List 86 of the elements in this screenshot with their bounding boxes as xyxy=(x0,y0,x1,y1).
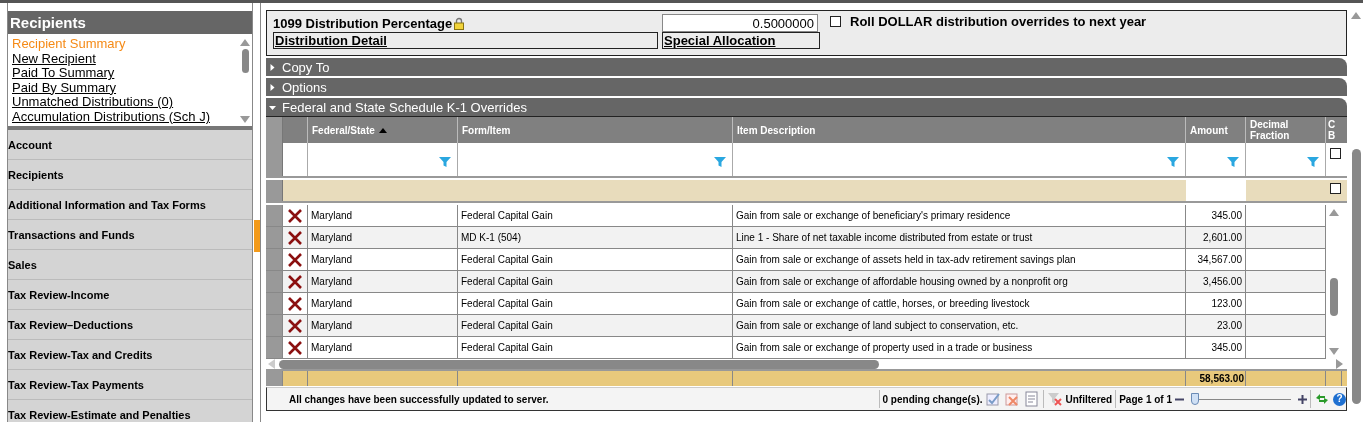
detail-link[interactable]: Special Allocation xyxy=(662,32,820,49)
percentage-field[interactable]: 0.5000000 xyxy=(662,14,818,32)
scroll-thumb[interactable] xyxy=(1351,149,1361,404)
nav-item[interactable]: Recipients xyxy=(8,160,252,190)
nav-item[interactable]: Tax Review-Estimate and Penalties xyxy=(8,400,252,422)
nav-item[interactable]: Tax Review-Tax Payments xyxy=(8,370,252,400)
document-icon[interactable] xyxy=(1023,391,1040,407)
row-header xyxy=(266,293,283,315)
scroll-down-icon[interactable] xyxy=(240,116,250,123)
table-row[interactable]: Maryland MD K-1 (504) Line 1 - Share of net taxable income distributed from estate or trust 2,601.00 xyxy=(266,227,1326,249)
delete-icon[interactable] xyxy=(288,208,302,223)
nav-item[interactable]: Transactions and Funds xyxy=(8,220,252,250)
recipient-link[interactable]: Accumulation Distributions (Sch J) xyxy=(12,109,210,124)
amount-field[interactable] xyxy=(1186,180,1246,201)
table-row[interactable]: Maryland Federal Capital Gain Gain from sale or exchange of land subject to conservation, etc. 23.00 xyxy=(266,315,1326,337)
collapse-caret-icon xyxy=(269,103,276,111)
table-cell: Federal Capital Gain xyxy=(458,337,733,359)
nav-item[interactable]: Tax Review-Tax and Credits xyxy=(8,340,252,370)
filter-icon[interactable] xyxy=(1227,156,1239,168)
scroll-down-icon[interactable] xyxy=(1328,348,1339,355)
row-header xyxy=(266,227,283,249)
slider-thumb[interactable] xyxy=(1191,392,1199,405)
checkbox[interactable] xyxy=(1330,183,1341,194)
checkbox-label: Roll DOLLAR distribution overrides to next year xyxy=(850,13,1147,29)
filter-icon[interactable] xyxy=(714,156,726,168)
table-cell: Gain from sale or exchange of property used in a trade or business xyxy=(733,337,1186,359)
row-header xyxy=(266,315,283,337)
table-cell: 345.00 xyxy=(1186,337,1246,359)
scroll-up-icon[interactable] xyxy=(1351,12,1361,19)
table-row[interactable]: Maryland Federal Capital Gain Gain from sale or exchange of property used in a trade or business 345.00 xyxy=(266,337,1326,359)
table-row[interactable]: Maryland Federal Capital Gain Gain from sale or exchange of assets held in tax-adv retirement savings plan 34,567.00 xyxy=(266,249,1326,271)
discard-changes-icon[interactable] xyxy=(1004,391,1021,407)
delete-icon[interactable] xyxy=(288,340,302,355)
percentage-label: 1099 Distribution Percentage xyxy=(273,15,453,31)
table-cell: Maryland xyxy=(308,337,458,359)
sort-ascending-icon xyxy=(378,127,387,133)
delete-icon[interactable] xyxy=(288,274,302,289)
page-indicator: Page 1 of 1 xyxy=(1119,393,1172,405)
table-row[interactable]: Maryland Federal Capital Gain Gain from sale or exchange of cattle, horses, or breeding livestock 123.00 xyxy=(266,293,1326,315)
nav-item[interactable]: Sales xyxy=(8,250,252,280)
expand-caret-icon xyxy=(269,83,276,91)
row-header xyxy=(266,249,283,271)
status-message: All changes have been successfully updated to server. xyxy=(289,393,550,405)
recipient-link[interactable]: New Recipient xyxy=(12,51,96,66)
table-row[interactable]: Maryland Federal Capital Gain Gain from sale or exchange of beneficiary's primary residence 345.00 xyxy=(266,205,1326,227)
delete-icon[interactable] xyxy=(288,296,302,311)
scroll-thumb[interactable] xyxy=(241,49,249,73)
help-button[interactable]: ? xyxy=(1333,392,1346,406)
section-header[interactable]: Options xyxy=(266,78,1347,96)
scroll-left-icon[interactable] xyxy=(268,359,275,369)
scroll-thumb[interactable] xyxy=(1329,278,1338,316)
nav-item[interactable]: Tax Review-Income xyxy=(8,280,252,310)
detail-link[interactable]: Distribution Detail xyxy=(273,32,658,49)
scroll-thumb[interactable] xyxy=(279,359,879,369)
recipient-link[interactable]: Unmatched Distributions (0) xyxy=(12,95,174,110)
filter-icon[interactable] xyxy=(439,156,451,168)
table-row[interactable]: Maryland Federal Capital Gain Gain from sale or exchange of affordable housing owned by a nonprofit org 3,456.00 xyxy=(266,271,1326,293)
nav-item[interactable]: Account xyxy=(8,130,252,160)
clear-filter-icon[interactable] xyxy=(1046,391,1063,407)
nav-item[interactable]: Additional Information and Tax Forms xyxy=(8,190,252,220)
pending-changes: 0 pending change(s). xyxy=(882,393,983,405)
checkbox[interactable] xyxy=(1330,148,1341,159)
filter-status: Unfiltered xyxy=(1065,393,1113,405)
section-header[interactable]: Copy To xyxy=(266,58,1347,76)
row-header xyxy=(266,337,283,359)
recipient-link[interactable]: Paid By Summary xyxy=(12,80,117,95)
filter-icon[interactable] xyxy=(1307,156,1319,168)
column-header[interactable]: C B xyxy=(1326,117,1342,143)
save-changes-icon[interactable] xyxy=(985,391,1002,407)
checkbox[interactable] xyxy=(830,15,841,27)
nav-item[interactable]: Tax Review–Deductions xyxy=(8,310,252,340)
zoom-in-icon[interactable] xyxy=(1298,394,1307,404)
section-header[interactable]: Federal and State Schedule K-1 Overrides xyxy=(266,98,1347,116)
panel-title: Recipients xyxy=(8,11,252,34)
expand-caret-icon xyxy=(269,63,276,71)
scroll-right-icon[interactable] xyxy=(1336,359,1343,369)
scroll-up-icon[interactable] xyxy=(240,39,250,46)
recipient-link[interactable]: Paid To Summary xyxy=(12,66,115,81)
total-amount: 58,563.00 xyxy=(1186,371,1246,386)
delete-icon[interactable] xyxy=(288,252,302,267)
row-header xyxy=(266,271,283,293)
delete-icon[interactable] xyxy=(288,318,302,333)
delete-icon[interactable] xyxy=(288,230,302,245)
scroll-up-icon[interactable] xyxy=(1328,209,1339,216)
filter-icon[interactable] xyxy=(1167,156,1179,168)
splitter-handle[interactable] xyxy=(254,220,260,252)
